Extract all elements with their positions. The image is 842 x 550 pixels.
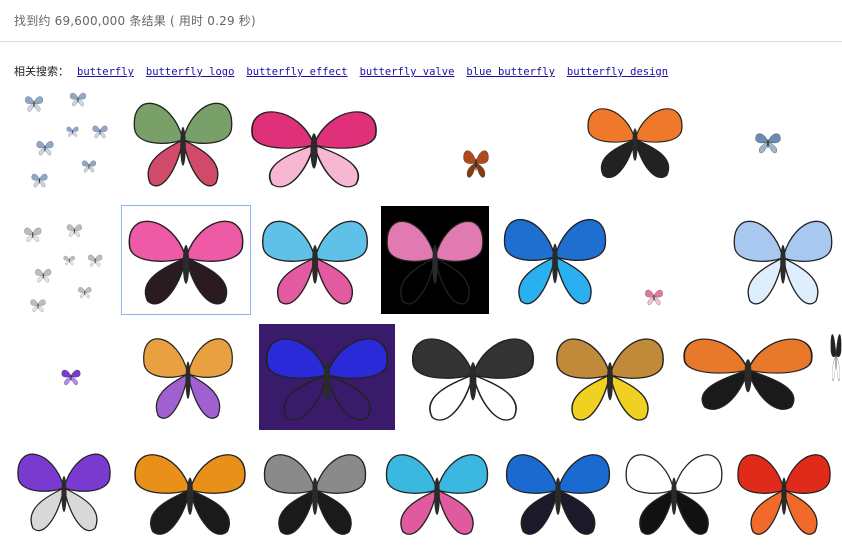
butterfly-illustration [755,133,781,154]
butterfly-illustration [134,454,246,535]
butterfly-illustration [733,220,833,305]
image-result-light-blue-glitter-butterfly[interactable] [728,206,838,314]
butterfly-illustration [503,219,607,305]
image-result-fairy-butterfly-sketch[interactable] [405,324,541,430]
butterfly-illustration [556,338,664,421]
image-result-jeweled-pink-blue-butterfly[interactable] [380,440,494,544]
butterfly-illustration [61,369,81,386]
butterfly-illustration [737,454,831,535]
image-result-pink-roses-butterfly[interactable] [381,206,489,314]
butterfly-illustration [683,338,813,410]
image-result-cartoon-colorful-butterfly[interactable] [256,206,374,314]
image-result-tiny-pink-butterfly[interactable] [640,284,668,312]
butterfly-illustration [25,92,108,188]
butterfly-illustration [587,108,683,178]
image-result-tiny-brown-butterfly[interactable] [456,140,496,190]
image-result-partial-black-butterfly[interactable] [830,326,842,386]
butterfly-illustration [506,454,610,535]
butterfly-illustration [259,324,395,430]
image-result-green-pink-butterfly[interactable] [128,88,238,196]
image-result-tiny-purple-butterfly[interactable] [56,364,86,392]
butterfly-illustration [381,206,489,314]
butterfly-illustration [143,338,233,419]
image-result-small-butterflies-flock[interactable] [12,88,122,196]
butterfly-illustration [385,454,489,535]
butterfly-illustration [830,334,842,381]
butterfly-illustration [625,454,723,535]
butterfly-illustration [128,220,244,305]
butterfly-illustration [251,111,377,188]
butterfly-illustration [645,289,663,306]
butterfly-illustration [17,453,111,532]
image-result-gray-butterfly[interactable] [258,440,372,544]
butterfly-illustration [24,224,103,312]
image-result-outline-butterfly-drawing[interactable] [620,440,728,544]
image-result-small-blue-butterfly[interactable] [748,126,788,162]
image-result-gradient-wing-butterfly[interactable] [138,324,238,428]
image-result-butterfly-martini-glass[interactable] [12,440,116,540]
butterfly-illustration [463,150,489,178]
butterfly-illustration [412,338,534,421]
image-result-orange-butterfly-side[interactable] [128,440,252,544]
butterfly-illustration [133,102,233,187]
image-result-butterfly-flowers-rock[interactable] [550,324,670,430]
image-result-blue-morpho-butterfly[interactable] [498,204,612,314]
butterfly-illustration [263,454,367,535]
image-result-red-glitter-butterfly[interactable] [732,440,836,544]
image-results-grid [0,0,842,550]
image-result-dark-blue-butterfly[interactable] [500,440,616,544]
image-result-orange-monarch-shadow[interactable] [676,326,820,418]
image-result-neon-butterfly-purple-bg[interactable] [259,324,395,430]
image-result-white-butterflies-group[interactable] [12,220,116,320]
image-result-pink-butterfly-selected[interactable] [121,205,251,315]
image-result-orange-monarch-butterfly[interactable] [582,96,688,186]
image-result-pink-butterfly-flowers-frame[interactable] [244,98,384,196]
butterfly-illustration [262,220,368,305]
